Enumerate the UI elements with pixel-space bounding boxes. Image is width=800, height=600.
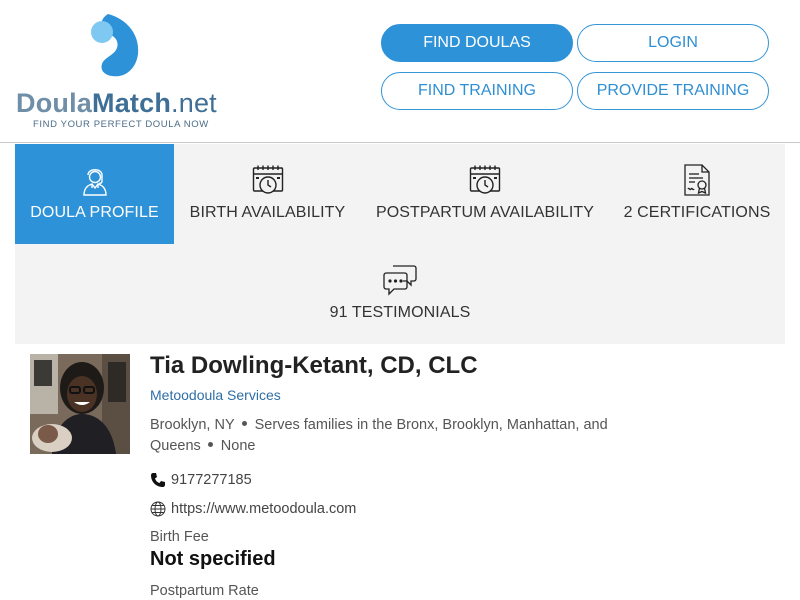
phone-number[interactable]: 9177277185: [171, 472, 252, 488]
logo-drop-icon: [91, 14, 139, 77]
logo-tagline: FIND YOUR PERFECT DOULA NOW: [33, 119, 209, 130]
login-button[interactable]: LOGIN: [577, 24, 769, 62]
certificate-icon: [684, 164, 710, 196]
serves-text-cont: Queens: [150, 438, 201, 454]
tab-certifications[interactable]: 2 CERTIFICATIONS: [609, 144, 785, 244]
website-link[interactable]: https://www.metoodoula.com: [171, 501, 356, 517]
city: Brooklyn, NY: [150, 417, 235, 433]
find-doulas-button[interactable]: FIND DOULAS: [381, 24, 573, 62]
phone-icon: [151, 473, 165, 487]
languages: None: [220, 438, 256, 454]
logo-wordmark: DoulaMatch.net: [16, 88, 217, 118]
tab-label: POSTPARTUM AVAILABILITY: [375, 204, 595, 221]
calendar-clock-icon: [252, 165, 283, 194]
globe-icon: [150, 501, 166, 517]
birth-fee-label: Birth Fee: [150, 529, 209, 545]
phone-row[interactable]: 9177277185: [150, 472, 252, 488]
tab-birth-availability[interactable]: BIRTH AVAILABILITY: [174, 144, 361, 244]
tab-label: 91 TESTIMONIALS: [329, 304, 471, 321]
person-icon: [82, 169, 107, 196]
doula-name: Tia Dowling-Ketant, CD, CLC: [150, 352, 478, 379]
separator-dot: [207, 442, 213, 448]
company-link[interactable]: Metoodoula Services: [150, 387, 281, 403]
serves-text: Serves families in the Bronx, Brooklyn, …: [254, 417, 608, 433]
postpartum-rate-label: Postpartum Rate: [150, 583, 259, 599]
site-logo[interactable]: DoulaMatch.net FIND YOUR PERFECT DOULA N…: [16, 12, 217, 132]
tab-label: DOULA PROFILE: [30, 204, 159, 221]
find-training-button[interactable]: FIND TRAINING: [381, 72, 573, 110]
birth-fee-value: Not specified: [150, 548, 276, 570]
website-row[interactable]: https://www.metoodoula.com: [150, 501, 356, 517]
tab-postpartum-availability[interactable]: POSTPARTUM AVAILABILITY: [361, 144, 609, 244]
separator-dot: [241, 421, 247, 427]
tab-testimonials[interactable]: 91 TESTIMONIALS: [15, 244, 785, 344]
tab-label: BIRTH AVAILABILITY: [189, 204, 346, 221]
provide-training-button[interactable]: PROVIDE TRAINING: [577, 72, 769, 110]
doula-photo: [30, 354, 130, 454]
profile-tabs: DOULA PROFILE BIRTH AVAILABILITY POSTPAR…: [15, 144, 785, 344]
chat-bubbles-icon: [383, 265, 417, 296]
site-header: DoulaMatch.net FIND YOUR PERFECT DOULA N…: [0, 0, 800, 143]
service-area: Brooklyn, NY Serves families in the Bronx…: [150, 415, 640, 457]
calendar-clock-icon: [469, 165, 501, 194]
tab-label: 2 CERTIFICATIONS: [623, 204, 771, 221]
tab-doula-profile[interactable]: DOULA PROFILE: [15, 144, 174, 244]
